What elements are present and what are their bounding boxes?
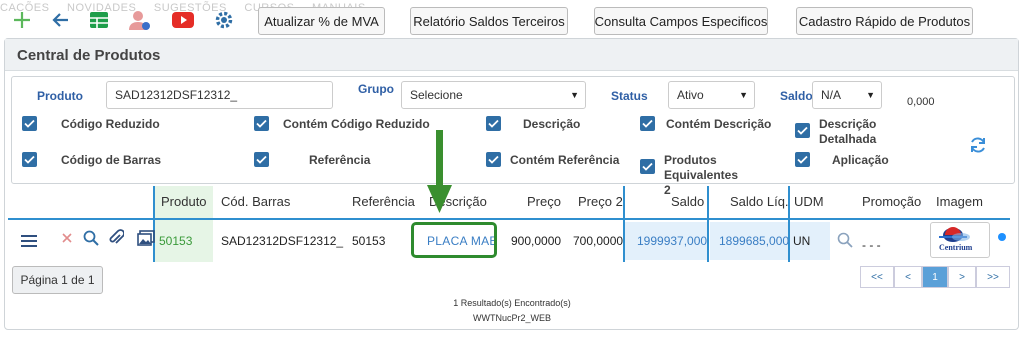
status-dot: [998, 233, 1006, 241]
checkbox-label: Contém Descrição: [666, 117, 772, 131]
status-select-value: Ativo: [677, 88, 704, 102]
grupo-select[interactable]: Selecione ▼: [401, 81, 586, 109]
grupo-select-value: Selecione: [410, 88, 463, 102]
checkbox-label: Descrição Detalhada: [819, 117, 877, 146]
checkbox-codigo-reduzido[interactable]: [22, 116, 37, 131]
produto-label: Produto: [37, 89, 83, 103]
pager-prev-button[interactable]: <: [894, 266, 922, 288]
cell-saldo-liq[interactable]: 1899685,000: [719, 222, 789, 260]
pager-page-1[interactable]: 1: [922, 266, 948, 288]
col-header-preco2[interactable]: Preço 2: [578, 186, 623, 216]
object-name: WWTNucPr2_WEB: [472, 313, 551, 323]
col-header-saldo-liq[interactable]: Saldo Líq.: [730, 186, 789, 216]
chevron-down-icon: ▼: [570, 90, 579, 100]
col-header-preco[interactable]: Preço: [527, 186, 561, 216]
grupo-label: Grupo: [358, 82, 394, 96]
attachment-icon[interactable]: [104, 226, 128, 250]
cell-udm: UN: [793, 234, 811, 248]
pager-next-button[interactable]: >: [948, 266, 976, 288]
user-icon[interactable]: [128, 8, 152, 32]
chevron-down-icon: ▼: [866, 90, 875, 100]
checkbox-contem-referencia[interactable]: [486, 152, 501, 167]
pager-first-button[interactable]: <<: [860, 266, 894, 288]
search-icon[interactable]: [833, 228, 857, 252]
saldo-label: Saldo: [780, 89, 813, 103]
col-header-imagem[interactable]: Imagem: [936, 186, 983, 216]
menu-icon[interactable]: [17, 229, 41, 253]
youtube-icon[interactable]: [171, 8, 195, 32]
checkbox-label: Contém Referência: [510, 153, 620, 167]
saldo-number: 0,000: [907, 96, 935, 108]
special-fields-query-button[interactable]: Consulta Campos Especificos: [594, 7, 768, 35]
checkbox-label: Contém Código Reduzido: [283, 117, 430, 131]
checkbox-aplicacao[interactable]: [795, 152, 810, 167]
image-icon[interactable]: [134, 226, 158, 250]
status-select[interactable]: Ativo ▼: [668, 81, 755, 109]
plus-icon[interactable]: [10, 8, 34, 32]
grid-divider: [153, 186, 155, 262]
checkbox-descricao-detalhada[interactable]: [795, 123, 810, 138]
grid-divider: [623, 186, 625, 262]
panel-title: Central de Produtos: [5, 39, 1018, 71]
cell-referencia: 50153: [352, 234, 386, 248]
third-party-balance-report-button[interactable]: Relatório Saldos Terceiros: [410, 7, 568, 35]
checkbox-label: Descrição: [523, 117, 581, 131]
cell-promocao: - - -: [862, 238, 881, 252]
checkbox-label: Referência: [309, 153, 371, 167]
product-image[interactable]: Centrium: [930, 222, 990, 258]
cell-preco: 900,0000: [511, 234, 562, 248]
checkbox-referencia[interactable]: [254, 152, 269, 167]
pager-last-button[interactable]: >>: [976, 266, 1010, 288]
page-info: Página 1 de 1: [12, 266, 103, 294]
refresh-icon[interactable]: [966, 133, 990, 157]
checkbox-codigo-barras[interactable]: [22, 152, 37, 167]
status-label: Status: [611, 89, 648, 103]
checkbox-contem-descricao[interactable]: [640, 116, 655, 131]
grid-icon[interactable]: [87, 8, 111, 32]
col-header-cod-barras[interactable]: Cód. Barras: [221, 186, 290, 216]
checkbox-descricao[interactable]: [486, 116, 501, 131]
image-caption: Centrium: [939, 243, 973, 252]
col-header-promocao[interactable]: Promoção: [862, 186, 921, 216]
saldo-select-value: N/A: [821, 88, 842, 102]
gear-icon[interactable]: [212, 8, 236, 32]
chevron-down-icon: ▼: [739, 90, 748, 100]
arrow-left-icon[interactable]: [49, 8, 73, 32]
annotation-arrow: [427, 130, 452, 213]
checkbox-label: Código de Barras: [61, 153, 162, 167]
saldo-select[interactable]: N/A ▼: [812, 81, 882, 109]
produto-input[interactable]: SAD12312DSF12312_: [106, 81, 333, 109]
col-header-udm[interactable]: UDM: [794, 186, 824, 216]
col-header-produto[interactable]: Produto: [161, 186, 207, 216]
cell-cod-barras: SAD12312DSF12312_: [221, 234, 344, 248]
checkbox-label: Aplicação: [832, 153, 889, 167]
cell-produto[interactable]: 50153: [159, 222, 192, 260]
highlight-box: [411, 222, 497, 258]
cell-saldo[interactable]: 1999937,000: [637, 222, 707, 260]
delete-icon[interactable]: [55, 226, 79, 250]
checkbox-label: Código Reduzido: [61, 117, 160, 131]
col-header-saldo[interactable]: Saldo: [671, 186, 704, 216]
grid-divider: [707, 186, 709, 262]
results-count: 1 Resultado(s) Encontrado(s): [453, 298, 571, 308]
grid-header-line: [8, 218, 1010, 220]
cell-preco2: 700,0000: [573, 234, 624, 248]
quick-product-register-button[interactable]: Cadastro Rápido de Produtos: [796, 7, 973, 35]
checkbox-produtos-equivalentes[interactable]: [640, 159, 655, 174]
col-header-referencia[interactable]: Referência: [352, 186, 415, 216]
search-icon[interactable]: [79, 226, 103, 250]
checkbox-contem-codigo-reduzido[interactable]: [254, 116, 269, 131]
update-mva-button[interactable]: Atualizar % de MVA: [258, 7, 385, 35]
